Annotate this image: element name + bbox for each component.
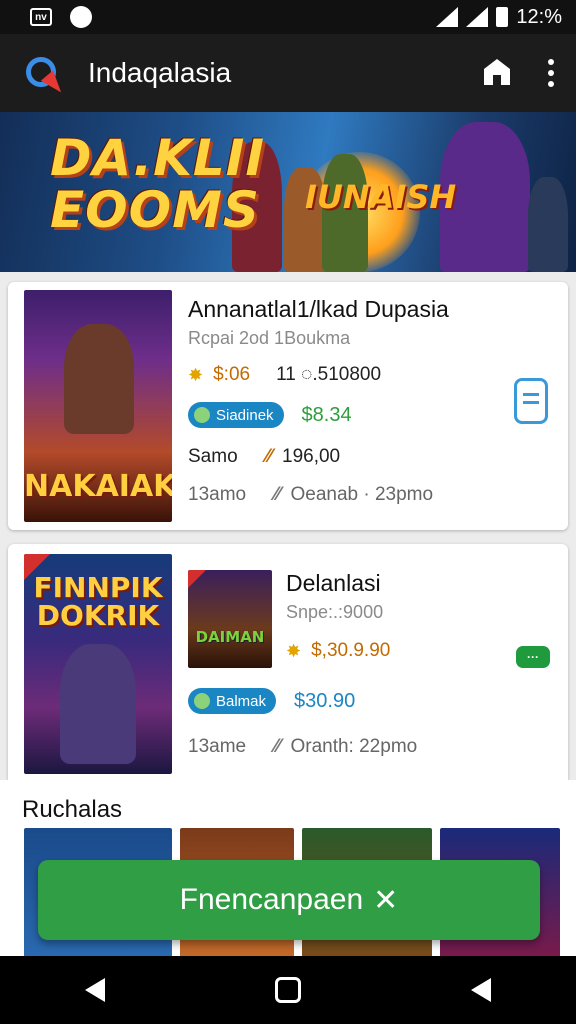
meta-label: 13amo bbox=[188, 484, 247, 505]
primary-action-label: Fnencanpaen bbox=[179, 883, 364, 916]
store-pill[interactable]: Siadinek bbox=[188, 402, 284, 428]
recent-icon[interactable] bbox=[471, 978, 491, 1002]
battery-icon bbox=[496, 7, 509, 27]
coin-icon: ✸ bbox=[188, 364, 204, 385]
status-bar: nv 12:% bbox=[0, 0, 576, 34]
stat-value: 196,00 bbox=[282, 446, 341, 467]
price-value: $:06 bbox=[213, 364, 251, 385]
more-vert-icon[interactable] bbox=[548, 59, 554, 87]
signal-icon bbox=[466, 7, 489, 27]
banner-title-line2: EOOMS bbox=[50, 181, 260, 239]
store-pill-icon bbox=[194, 693, 210, 709]
banner-title-line1: DA.KLII bbox=[50, 129, 265, 187]
banner-title: DA.KLII EOOMS bbox=[50, 132, 265, 236]
game-card[interactable]: NAKAIAK Annanatlal1/lkad Dupasia Rcpai 2… bbox=[8, 282, 568, 530]
coin-icon: ✸ bbox=[286, 640, 302, 661]
meta-icon: ⁄⁄ bbox=[274, 736, 281, 757]
chat-icon[interactable]: ··· bbox=[516, 646, 550, 668]
price-value: $,30.9.90 bbox=[311, 640, 391, 661]
pill-value: $8.34 bbox=[301, 403, 352, 426]
game-title[interactable]: Annanatlal1/lkad Dupasia bbox=[188, 296, 449, 323]
store-pill-label: Balmak bbox=[216, 692, 267, 710]
note-icon[interactable] bbox=[514, 378, 548, 424]
close-icon[interactable]: ✕ bbox=[373, 883, 398, 918]
promo-banner[interactable]: DA.KLII EOOMS IUNAISH bbox=[0, 112, 576, 272]
status-time: 12:% bbox=[516, 5, 562, 28]
home-icon[interactable] bbox=[275, 977, 301, 1003]
pill-value: $30.90 bbox=[294, 689, 356, 712]
thumb-title: DAIMAN bbox=[195, 628, 265, 646]
game-poster[interactable]: NAKAIAK bbox=[24, 290, 172, 522]
thumb-corner-badge bbox=[188, 570, 206, 588]
stat-label: Samo bbox=[188, 446, 238, 467]
poster-hero bbox=[64, 324, 134, 434]
meta-label: 13ame bbox=[188, 736, 247, 757]
back-icon[interactable] bbox=[85, 978, 105, 1002]
game-thumbnail[interactable]: DAIMAN bbox=[188, 570, 272, 668]
system-nav-bar bbox=[0, 956, 576, 1024]
app-bar: Indaqalasia bbox=[0, 34, 576, 112]
stat-icon: ⁄⁄ bbox=[265, 446, 272, 467]
price-row: ✸ $:06 11 ◌.510800 bbox=[188, 364, 381, 386]
wifi-icon bbox=[436, 7, 459, 27]
price-row: ✸ $,30.9.90 bbox=[286, 640, 390, 662]
banner-subtitle: IUNAISH bbox=[305, 178, 457, 216]
game-card[interactable]: FINNPIK DOKRIK DAIMAN Delanlasi Snpe:.:9… bbox=[8, 544, 568, 780]
meta-value: Oranth: 22pmo bbox=[290, 736, 418, 757]
pill-row: Balmak $30.90 bbox=[188, 688, 355, 714]
nv-icon: nv bbox=[30, 8, 52, 26]
section-title: Ruchalas bbox=[22, 796, 123, 823]
app-logo-icon[interactable] bbox=[22, 51, 68, 98]
banner-hero-figure bbox=[528, 177, 568, 272]
store-pill-label: Siadinek bbox=[216, 406, 274, 424]
primary-action-button[interactable]: Fnencanpaen ✕ bbox=[38, 860, 540, 940]
game-title[interactable]: Delanlasi bbox=[286, 570, 381, 597]
meta-row: 13amo ⁄⁄ Oeanab · 23pmo bbox=[188, 484, 433, 506]
app-circle-icon bbox=[70, 6, 92, 28]
shield-icon[interactable] bbox=[480, 57, 514, 89]
game-subtitle: Snpe:.:9000 bbox=[286, 602, 384, 622]
poster-hero bbox=[60, 644, 136, 764]
poster-title: NAKAIAK bbox=[24, 469, 172, 504]
meta-row: 13ame ⁄⁄ Oranth: 22pmo bbox=[188, 736, 417, 758]
app-title: Indaqalasia bbox=[88, 57, 232, 88]
stat-row: Samo ⁄⁄ 196,00 bbox=[188, 446, 340, 468]
store-pill-icon bbox=[194, 407, 210, 423]
pill-row: Siadinek $8.34 bbox=[188, 402, 352, 428]
poster-title: FINNPIK DOKRIK bbox=[33, 571, 163, 632]
meta-value: Oeanab · 23pmo bbox=[290, 484, 434, 505]
game-poster[interactable]: FINNPIK DOKRIK bbox=[24, 554, 172, 774]
game-subtitle: Rcpai 2od 1Boukma bbox=[188, 328, 351, 348]
meta-icon: ⁄⁄ bbox=[274, 484, 281, 505]
store-pill[interactable]: Balmak bbox=[188, 688, 277, 714]
count-value: 11 ◌.510800 bbox=[276, 364, 382, 385]
